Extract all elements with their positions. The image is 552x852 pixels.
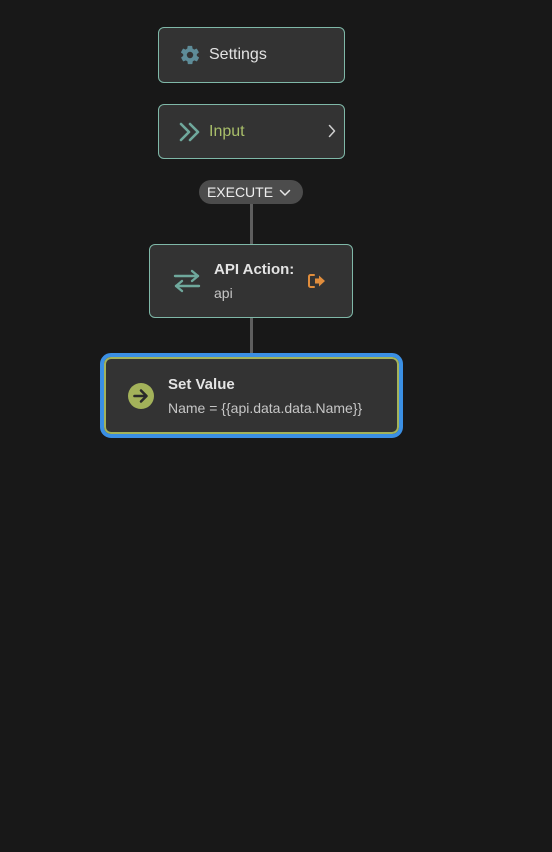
flow-canvas: Settings Input EXECUTE API Action: api S… <box>0 0 552 852</box>
settings-node[interactable]: Settings <box>158 27 345 83</box>
execute-pill[interactable]: EXECUTE <box>199 180 303 204</box>
settings-label: Settings <box>209 46 267 63</box>
connector-line <box>250 318 253 357</box>
api-action-subtitle: api <box>214 285 233 301</box>
set-value-node[interactable]: Set Value Name = {{api.data.data.Name}} <box>100 353 403 438</box>
input-label: Input <box>209 122 245 140</box>
set-value-text: Set Value Name = {{api.data.data.Name}} <box>168 376 362 416</box>
api-action-node[interactable]: API Action: api <box>149 244 353 318</box>
input-node[interactable]: Input <box>158 104 345 159</box>
chevron-down-icon <box>279 189 291 197</box>
double-chevron-right-icon <box>179 122 201 142</box>
api-action-text: API Action: api <box>214 261 294 301</box>
set-value-subtitle: Name = {{api.data.data.Name}} <box>168 399 363 416</box>
arrow-right-circle-icon <box>128 382 154 409</box>
connector-line <box>250 204 253 244</box>
set-value-title: Set Value <box>168 375 235 393</box>
gear-icon <box>179 44 201 66</box>
api-action-title: API Action: <box>214 261 295 278</box>
execute-label: EXECUTE <box>206 184 274 200</box>
exit-icon[interactable] <box>308 274 326 288</box>
swap-arrows-icon <box>172 269 202 293</box>
chevron-right-icon[interactable] <box>328 124 336 138</box>
